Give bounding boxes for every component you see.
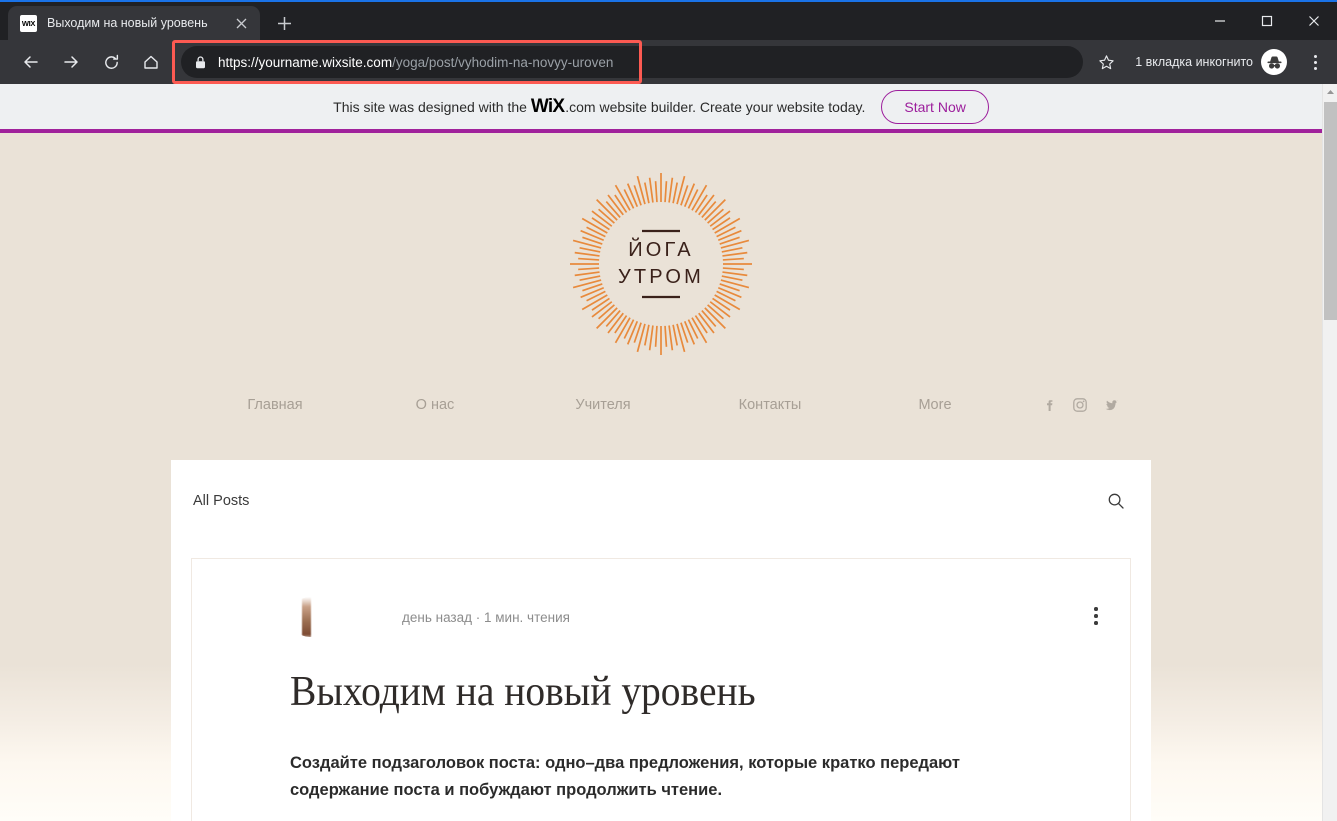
star-icon[interactable] xyxy=(1091,47,1121,77)
start-now-button[interactable]: Start Now xyxy=(881,89,989,124)
wix-banner-text: This site was designed with the WiX .com … xyxy=(333,89,989,124)
browser-tab[interactable]: WIX Выходим на новый уровень xyxy=(8,6,260,40)
blog-container: All Posts день назад · 1 мин. чтения Вых… xyxy=(171,460,1151,821)
page-scrollbar[interactable] xyxy=(1322,84,1337,821)
wix-banner-text-before: This site was designed with the xyxy=(333,98,527,115)
address-bar[interactable]: https://yourname.wixsite.com/yoga/post/v… xyxy=(181,46,1084,78)
home-icon[interactable] xyxy=(136,47,166,77)
maximize-icon[interactable] xyxy=(1243,2,1290,40)
scroll-up-arrow-icon[interactable] xyxy=(1323,84,1337,100)
forward-arrow-icon[interactable] xyxy=(56,47,86,77)
post-more-options-icon[interactable] xyxy=(1084,603,1108,629)
url-path: /yoga/post/vyhodim-na-novyy-uroven xyxy=(392,54,614,70)
back-arrow-icon[interactable] xyxy=(16,47,46,77)
wix-logo: WiX xyxy=(530,95,565,117)
scrollbar-thumb[interactable] xyxy=(1324,102,1337,320)
logo-line2-text: УТРОМ xyxy=(618,266,704,288)
yoga-site: ЙОГА УТРОМ Главная О нас Учителя Контакты Mo… xyxy=(0,133,1322,821)
facebook-icon[interactable] xyxy=(1040,396,1058,414)
reload-icon[interactable] xyxy=(96,47,126,77)
page-viewport: This site was designed with the WiX .com … xyxy=(0,84,1337,821)
logo-line1-text: ЙОГА xyxy=(628,237,694,261)
tab-title: Выходим на новый уровень xyxy=(47,16,208,30)
address-bar-container: https://yourname.wixsite.com/yoga/post/v… xyxy=(172,40,1084,84)
incognito-indicator[interactable]: 1 вкладка инкогнито xyxy=(1125,46,1295,78)
nav-item-2[interactable]: О нас xyxy=(390,397,480,413)
url-text: https://yourname.wixsite.com/yoga/post/v… xyxy=(218,55,613,70)
post-meta-row: день назад · 1 мин. чтения xyxy=(290,597,1098,637)
nav-item-3[interactable]: Учителя xyxy=(553,397,653,413)
minimize-icon[interactable] xyxy=(1196,2,1243,40)
author-avatar[interactable] xyxy=(290,597,330,637)
nav-item-4[interactable]: Контакты xyxy=(715,397,825,413)
web-page: This site was designed with the WiX .com … xyxy=(0,84,1322,821)
social-links xyxy=(1040,396,1120,414)
nav-item-1[interactable]: Главная xyxy=(220,397,330,413)
wix-banner-text-after: .com website builder. Create your websit… xyxy=(565,98,866,115)
window-close-icon[interactable] xyxy=(1290,2,1337,40)
wix-promo-banner: This site was designed with the WiX .com … xyxy=(0,84,1322,129)
window-controls xyxy=(1196,2,1337,42)
instagram-icon[interactable] xyxy=(1071,396,1089,414)
browser-titlebar: WIX Выходим на новый уровень xyxy=(0,0,1337,40)
blog-post-card[interactable]: день назад · 1 мин. чтения Выходим на но… xyxy=(191,558,1131,821)
plus-icon[interactable] xyxy=(270,9,298,37)
browser-toolbar: https://yourname.wixsite.com/yoga/post/v… xyxy=(0,40,1337,84)
twitter-icon[interactable] xyxy=(1102,396,1120,414)
nav-item-5[interactable]: More xyxy=(895,397,975,413)
three-dot-menu-icon[interactable] xyxy=(1301,47,1329,77)
lock-icon xyxy=(195,55,206,69)
incognito-label: 1 вкладка инкогнито xyxy=(1135,55,1253,69)
post-title[interactable]: Выходим на новый уровень xyxy=(290,669,987,716)
search-icon[interactable] xyxy=(1105,490,1127,512)
sunburst-logo-graphic: ЙОГА УТРОМ xyxy=(570,172,752,355)
blog-header: All Posts xyxy=(171,460,1151,542)
site-logo[interactable]: ЙОГА УТРОМ xyxy=(568,171,754,357)
nav-items: Главная О нас Учителя Контакты More xyxy=(0,388,1040,428)
all-posts-tab[interactable]: All Posts xyxy=(193,493,249,509)
site-logo-zone: ЙОГА УТРОМ xyxy=(0,133,1322,388)
incognito-icon xyxy=(1261,49,1287,75)
main-navigation: Главная О нас Учителя Контакты More xyxy=(0,388,1322,428)
close-icon[interactable] xyxy=(232,14,250,32)
post-meta-text: день назад · 1 мин. чтения xyxy=(402,609,570,625)
avatar-image-partial xyxy=(302,597,311,637)
url-host: https://yourname.wixsite.com xyxy=(218,54,393,70)
browser-window: WIX Выходим на новый уровень https://you… xyxy=(0,0,1337,821)
wix-favicon: WIX xyxy=(20,14,37,32)
post-subtitle: Создайте подзаголовок поста: одно–два пр… xyxy=(290,754,960,799)
